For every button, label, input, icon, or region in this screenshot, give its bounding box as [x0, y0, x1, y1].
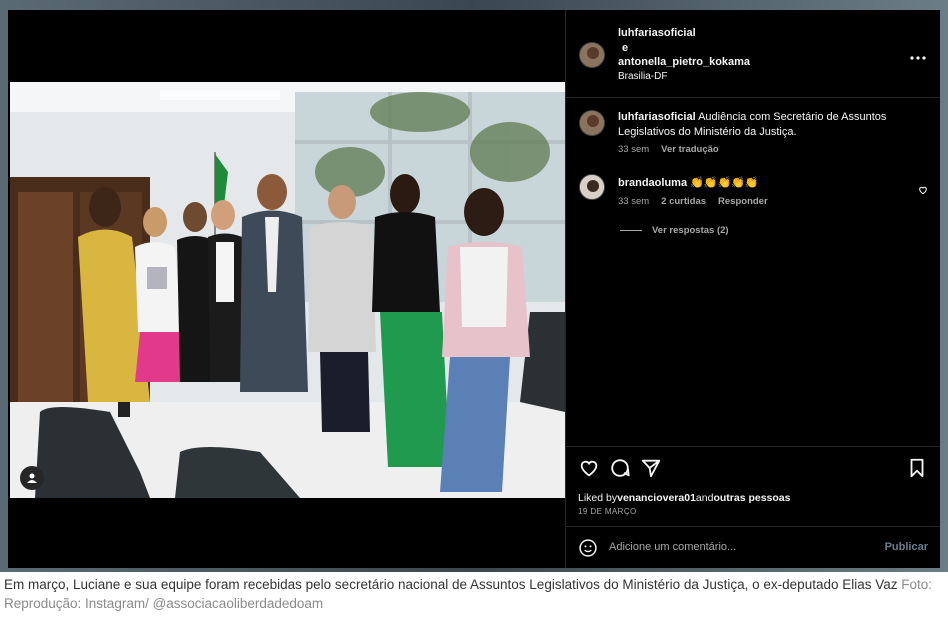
- post-side-panel: luhfariasoficial e antonella_pietro_koka…: [565, 10, 940, 568]
- comment-time: 33 sem: [618, 196, 650, 207]
- comment-username[interactable]: luhfariasoficial: [618, 111, 696, 123]
- liked-and: and: [695, 492, 714, 504]
- replies-line: [620, 230, 642, 231]
- avatar[interactable]: [579, 42, 605, 68]
- avatar[interactable]: [579, 110, 605, 136]
- liked-user[interactable]: venanciovera01: [617, 492, 696, 504]
- comment-text: brandaoluma 👏👏👏👏👏: [618, 176, 916, 191]
- view-replies-button[interactable]: Ver respostas (2): [620, 225, 729, 236]
- liked-others[interactable]: outras pessoas: [713, 492, 790, 504]
- liked-by-text[interactable]: Liked byvenanciovera01andoutras pessoas: [578, 492, 791, 504]
- like-comment-heart-icon[interactable]: [918, 182, 928, 195]
- comment-username[interactable]: brandaoluma: [618, 177, 687, 189]
- author-connector: e: [622, 41, 629, 54]
- comment-body: 👏👏👏👏👏: [690, 177, 759, 189]
- post-authors: luhfariasoficial e antonella_pietro_koka…: [618, 26, 750, 84]
- publish-button[interactable]: Publicar: [885, 541, 928, 553]
- comment-input[interactable]: Adicione um comentário...: [609, 541, 736, 553]
- post-date: 19 DE MARÇO: [578, 507, 637, 516]
- instagram-post: luhfariasoficial e antonella_pietro_koka…: [8, 10, 940, 568]
- comment-text: luhfariasoficial Audiência com Secretári…: [618, 110, 916, 140]
- post-location[interactable]: Brasilia-DF: [618, 70, 750, 85]
- comment-time: 33 sem: [618, 144, 650, 155]
- post-photo[interactable]: [10, 82, 565, 498]
- caption-text: Em março, Luciane e sua equipe foram rec…: [4, 577, 898, 592]
- avatar[interactable]: [579, 174, 605, 200]
- share-icon[interactable]: [640, 457, 662, 479]
- reply-button[interactable]: Responder: [718, 196, 768, 207]
- post-actions: Liked byvenanciovera01andoutras pessoas …: [566, 446, 940, 526]
- comment-meta: 33 sem 2 curtidas Responder: [618, 196, 768, 207]
- more-horizontal-icon[interactable]: [910, 48, 926, 60]
- comment-likes[interactable]: 2 curtidas: [661, 196, 706, 207]
- post-media: [8, 10, 565, 568]
- heart-icon[interactable]: [578, 457, 600, 479]
- author-username-2[interactable]: antonella_pietro_kokama: [618, 55, 750, 70]
- author-username-1[interactable]: luhfariasoficial: [618, 26, 750, 41]
- comment-meta: 33 sem Ver tradução: [618, 144, 719, 155]
- tagged-users-icon[interactable]: [20, 466, 44, 490]
- bookmark-icon[interactable]: [906, 457, 928, 479]
- add-comment-bar: Adicione um comentário... Publicar: [566, 526, 940, 568]
- post-header: luhfariasoficial e antonella_pietro_koka…: [566, 10, 940, 98]
- view-replies-label[interactable]: Ver respostas (2): [652, 225, 729, 236]
- translate-link[interactable]: Ver tradução: [661, 144, 719, 155]
- comment-icon[interactable]: [609, 457, 631, 479]
- liked-prefix: Liked by: [578, 492, 618, 504]
- emoji-icon[interactable]: [578, 538, 598, 558]
- article-caption: Em março, Luciane e sua equipe foram rec…: [4, 575, 944, 613]
